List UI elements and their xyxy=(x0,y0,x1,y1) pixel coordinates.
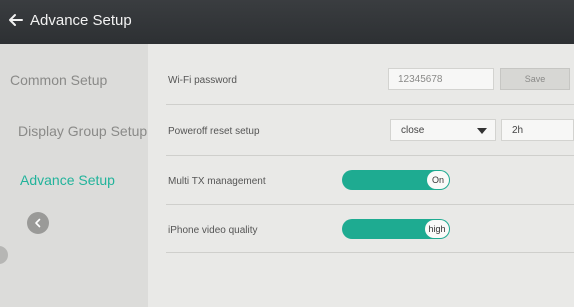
poweroff-mode-value: close xyxy=(401,125,425,136)
settings-panel: Wi-Fi password 12345678 Save Poweroff re… xyxy=(148,44,574,307)
sidebar-item-common-setup[interactable]: Common Setup xyxy=(10,72,158,88)
chevron-down-icon xyxy=(477,128,487,134)
multi-tx-toggle-state: On xyxy=(427,171,449,189)
iphone-video-quality-state: high xyxy=(425,220,449,238)
sidebar: Common Setup Display Group Setup Advance… xyxy=(0,44,148,307)
multi-tx-toggle[interactable]: On xyxy=(342,170,450,190)
wifi-password-label: Wi-Fi password xyxy=(168,75,237,86)
divider xyxy=(166,252,574,253)
divider xyxy=(166,155,574,156)
divider xyxy=(166,104,574,105)
back-arrow-icon[interactable] xyxy=(6,10,26,30)
sidebar-item-display-group-setup[interactable]: Display Group Setup xyxy=(18,123,166,139)
poweroff-duration-select[interactable]: 2h xyxy=(501,119,574,141)
sidebar-item-advance-setup[interactable]: Advance Setup xyxy=(20,172,168,188)
poweroff-mode-select[interactable]: close xyxy=(390,119,496,141)
poweroff-duration-value: 2h xyxy=(512,125,524,136)
chevron-left-icon xyxy=(35,218,41,228)
multi-tx-label: Multi TX management xyxy=(168,176,266,187)
iphone-video-quality-label: iPhone video quality xyxy=(168,225,258,236)
page-title: Advance Setup xyxy=(30,12,132,29)
save-button[interactable]: Save xyxy=(500,68,570,90)
edge-handle xyxy=(0,246,8,264)
wifi-password-input[interactable]: 12345678 xyxy=(388,68,494,90)
collapse-sidebar-button[interactable] xyxy=(27,212,49,234)
iphone-video-quality-toggle[interactable]: high xyxy=(342,219,450,239)
header-bar: Advance Setup xyxy=(0,0,574,44)
divider xyxy=(166,204,574,205)
poweroff-reset-label: Poweroff reset setup xyxy=(168,126,260,137)
